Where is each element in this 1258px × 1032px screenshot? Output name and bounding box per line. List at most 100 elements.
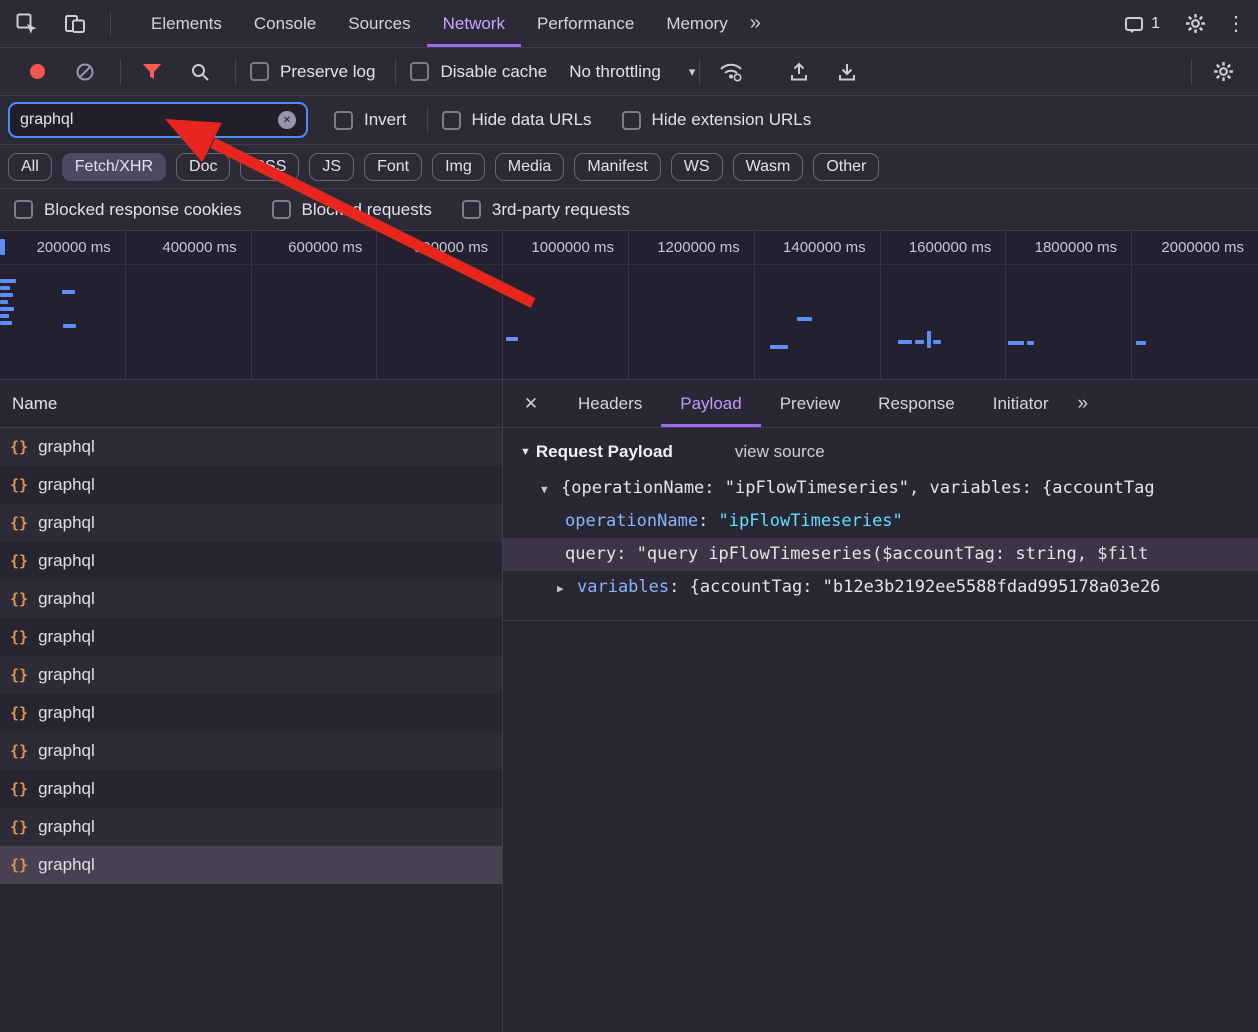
chip-js[interactable]: JS bbox=[309, 153, 354, 181]
network-overview-timeline[interactable]: 200000 ms400000 ms600000 ms800000 ms1000… bbox=[0, 231, 1258, 380]
name-column-header[interactable]: Name bbox=[0, 380, 502, 428]
request-row[interactable]: {}graphql bbox=[0, 732, 502, 770]
tab-sources[interactable]: Sources bbox=[332, 0, 426, 47]
payload-line[interactable]: ▶variables: {accountTag: "b12e3b2192ee55… bbox=[503, 571, 1258, 604]
inspect-element-icon[interactable] bbox=[10, 7, 44, 41]
tab-console[interactable]: Console bbox=[238, 0, 332, 47]
chip-wasm[interactable]: Wasm bbox=[733, 153, 804, 181]
detail-tab-preview[interactable]: Preview bbox=[761, 380, 859, 427]
disable-cache-toggle[interactable]: Disable cache bbox=[410, 62, 547, 82]
record-icon bbox=[30, 64, 45, 79]
payload-view: ▼ Request Payload view source ▼{operatio… bbox=[503, 428, 1258, 621]
blocked-requests-toggle[interactable]: Blocked requests bbox=[272, 200, 432, 220]
network-settings-gear-icon[interactable] bbox=[1206, 55, 1240, 89]
import-har-icon[interactable] bbox=[782, 55, 816, 89]
request-row[interactable]: {}graphql bbox=[0, 466, 502, 504]
request-name: graphql bbox=[38, 665, 95, 685]
filter-input[interactable] bbox=[20, 111, 278, 129]
tree-expanded-icon[interactable]: ▼ bbox=[541, 473, 561, 505]
disable-cache-checkbox[interactable] bbox=[410, 62, 429, 81]
blocked-response-cookies-checkbox[interactable] bbox=[14, 200, 33, 219]
hide-data-urls-toggle[interactable]: Hide data URLs bbox=[442, 110, 592, 130]
tree-collapsed-icon[interactable]: ▶ bbox=[557, 572, 577, 604]
close-detail-icon[interactable]: ✕ bbox=[503, 394, 559, 414]
toolbar-divider bbox=[395, 59, 396, 85]
chip-ws[interactable]: WS bbox=[671, 153, 723, 181]
tab-memory[interactable]: Memory bbox=[650, 0, 743, 47]
export-har-icon[interactable] bbox=[830, 55, 864, 89]
request-row[interactable]: {}graphql bbox=[0, 846, 502, 884]
payload-tree: ▼{operationName: "ipFlowTimeseries", var… bbox=[503, 472, 1258, 604]
json-braces-icon: {} bbox=[10, 818, 28, 836]
throttling-select[interactable]: No throttling ▾ bbox=[569, 62, 695, 82]
waterfall-bar bbox=[933, 340, 941, 344]
hide-extension-urls-checkbox[interactable] bbox=[622, 111, 641, 130]
network-conditions-icon[interactable] bbox=[714, 55, 748, 89]
request-row[interactable]: {}graphql bbox=[0, 428, 502, 466]
section-expanded-icon[interactable]: ▼ bbox=[520, 446, 531, 458]
filter-toggle-button[interactable] bbox=[135, 55, 169, 89]
request-row[interactable]: {}graphql bbox=[0, 808, 502, 846]
request-row[interactable]: {}graphql bbox=[0, 618, 502, 656]
filter-input-box[interactable]: ✕ bbox=[8, 102, 308, 138]
third-party-requests-checkbox[interactable] bbox=[462, 200, 481, 219]
network-filter-row: ✕ Invert Hide data URLs Hide extension U… bbox=[0, 96, 1258, 145]
name-column-label: Name bbox=[12, 394, 57, 414]
blocked-filters-row: Blocked response cookies Blocked request… bbox=[0, 189, 1258, 231]
payload-section-title: Request Payload bbox=[536, 442, 673, 462]
chip-doc[interactable]: Doc bbox=[176, 153, 230, 181]
chip-other[interactable]: Other bbox=[813, 153, 879, 181]
device-toolbar-icon[interactable] bbox=[58, 7, 92, 41]
invert-toggle[interactable]: Invert bbox=[334, 110, 407, 130]
chip-img[interactable]: Img bbox=[432, 153, 485, 181]
tab-performance[interactable]: Performance bbox=[521, 0, 650, 47]
detail-tab-payload[interactable]: Payload bbox=[661, 380, 760, 427]
hide-extension-urls-toggle[interactable]: Hide extension URLs bbox=[622, 110, 812, 130]
preserve-log-checkbox[interactable] bbox=[250, 62, 269, 81]
toolbar-divider bbox=[235, 59, 236, 85]
request-row[interactable]: {}graphql bbox=[0, 694, 502, 732]
more-tabs-icon[interactable]: » bbox=[750, 12, 761, 35]
kebab-menu-icon[interactable]: ⋮ bbox=[1226, 11, 1246, 36]
detail-tab-strip: HeadersPayloadPreviewResponseInitiator bbox=[559, 380, 1067, 427]
issues-button[interactable]: 1 bbox=[1125, 15, 1160, 33]
chip-media[interactable]: Media bbox=[495, 153, 565, 181]
detail-tab-response[interactable]: Response bbox=[859, 380, 974, 427]
chip-fetch-xhr[interactable]: Fetch/XHR bbox=[62, 153, 166, 181]
blocked-requests-checkbox[interactable] bbox=[272, 200, 291, 219]
request-row[interactable]: {}graphql bbox=[0, 542, 502, 580]
request-row[interactable]: {}graphql bbox=[0, 504, 502, 542]
view-source-link[interactable]: view source bbox=[735, 442, 825, 462]
payload-line[interactable]: query: "query ipFlowTimeseries($accountT… bbox=[503, 538, 1258, 571]
invert-checkbox[interactable] bbox=[334, 111, 353, 130]
blocked-requests-label: Blocked requests bbox=[302, 200, 432, 220]
clear-filter-icon[interactable]: ✕ bbox=[278, 111, 296, 129]
request-row[interactable]: {}graphql bbox=[0, 656, 502, 694]
request-row[interactable]: {}graphql bbox=[0, 580, 502, 618]
preserve-log-toggle[interactable]: Preserve log bbox=[250, 62, 375, 82]
settings-gear-icon[interactable] bbox=[1178, 7, 1212, 41]
request-row[interactable]: {}graphql bbox=[0, 770, 502, 808]
payload-line[interactable]: operationName: "ipFlowTimeseries" bbox=[503, 505, 1258, 538]
chip-css[interactable]: CSS bbox=[240, 153, 299, 181]
waterfall-bar bbox=[1027, 341, 1034, 345]
chip-font[interactable]: Font bbox=[364, 153, 422, 181]
record-button[interactable] bbox=[20, 55, 54, 89]
chip-all[interactable]: All bbox=[8, 153, 52, 181]
tab-elements[interactable]: Elements bbox=[135, 0, 238, 47]
payload-line[interactable]: ▼{operationName: "ipFlowTimeseries", var… bbox=[503, 472, 1258, 505]
waterfall-bar bbox=[898, 340, 912, 344]
detail-tab-initiator[interactable]: Initiator bbox=[974, 380, 1068, 427]
blocked-response-cookies-toggle[interactable]: Blocked response cookies bbox=[14, 200, 242, 220]
more-detail-tabs-icon[interactable]: » bbox=[1077, 393, 1088, 415]
toolbar-divider bbox=[110, 11, 111, 37]
waterfall-bar bbox=[0, 286, 10, 290]
clear-button[interactable] bbox=[68, 55, 102, 89]
hide-data-urls-checkbox[interactable] bbox=[442, 111, 461, 130]
tab-network[interactable]: Network bbox=[427, 0, 521, 47]
chip-manifest[interactable]: Manifest bbox=[574, 153, 660, 181]
detail-tab-headers[interactable]: Headers bbox=[559, 380, 661, 427]
search-icon[interactable] bbox=[183, 55, 217, 89]
third-party-requests-toggle[interactable]: 3rd-party requests bbox=[462, 200, 630, 220]
request-name: graphql bbox=[38, 589, 95, 609]
